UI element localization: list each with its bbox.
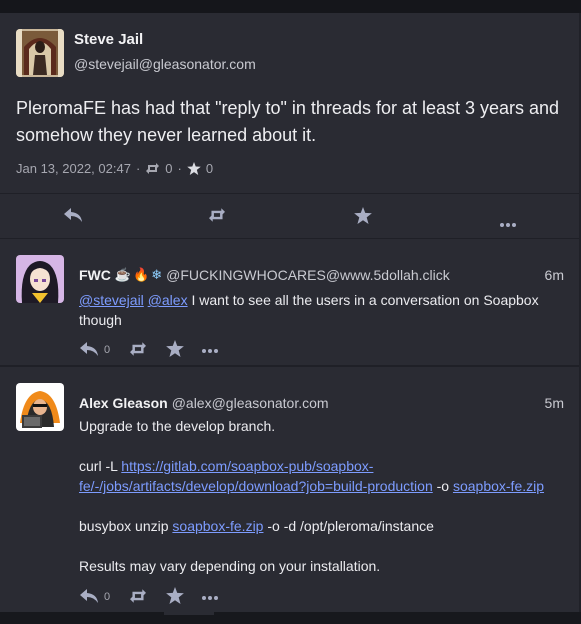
scroll-nub [164,612,214,615]
more-button[interactable] [202,591,219,603]
coffee-emoji: ☕ [114,267,132,282]
star-icon[interactable] [354,207,372,229]
reply-action-bar: 0 [79,585,236,609]
page: Steve Jail @stevejail@gleasonator.com Pl… [0,0,581,624]
reply-button[interactable]: 0 [79,341,110,360]
reply-status: Alex Gleason @alex@gleasonator.com 5m Up… [0,367,579,612]
ellipsis-icon[interactable] [500,214,516,232]
fire-emoji: 🔥 [133,267,150,282]
author-emojis: ☕ 🔥 ❄ [115,267,162,283]
reblog-button[interactable] [128,341,148,360]
reply-count: 0 [104,344,111,356]
paragraph: curl -L https://gitlab.com/soapbox-pub/s… [79,456,569,496]
status-text: PleromaFE has had that "reply to" in thr… [16,98,560,145]
reblog-button[interactable] [128,588,148,607]
reblog-icon [128,588,148,607]
reply-text: Upgrade to the develop branch. curl -L h… [79,416,569,596]
thread-card: Steve Jail @stevejail@gleasonator.com Pl… [0,13,581,612]
author-name[interactable]: FWC [79,267,111,283]
favourite-count: 0 [205,161,214,176]
file-link[interactable]: soapbox-fe.zip [172,518,263,534]
relative-time[interactable]: 5m [545,395,564,411]
more-button[interactable] [202,344,219,356]
author-handle[interactable]: @stevejail@gleasonator.com [74,56,256,72]
reply-header: Alex Gleason @alex@gleasonator.com [79,395,329,411]
reply-button[interactable]: 0 [79,588,110,607]
file-link[interactable]: soapbox-fe.zip [453,478,544,494]
favourite-button[interactable] [166,587,184,607]
ellipsis-icon [202,344,219,356]
paragraph: Results may vary depending on your insta… [79,558,381,574]
paragraph: Upgrade to the develop branch. [79,418,276,434]
relative-time[interactable]: 6m [545,267,564,283]
star-icon [166,340,184,360]
reply-icon [79,341,99,360]
status-meta: Jan 13, 2022, 02:47 · 0 · 0 [16,161,213,176]
favourite-count-icon [187,162,201,175]
mention-link[interactable]: @stevejail [79,292,144,308]
avatar[interactable] [16,383,64,431]
reply-count: 0 [104,591,111,603]
top-edge [0,0,581,13]
reply-header: FWC ☕ 🔥 ❄ @FUCKINGWHOCARES@www.5dollah.c… [79,267,450,283]
reply-icon [79,588,99,607]
author-name[interactable]: Alex Gleason [79,395,168,411]
favourite-button[interactable] [166,340,184,360]
artifact-link[interactable]: https://gitlab.com/soapbox-pub/soapbox-f… [79,458,433,494]
curl-flag: -o [432,478,453,494]
separator: · [135,161,141,176]
ellipsis-icon [202,591,219,603]
bottom-edge [0,612,581,624]
snowflake-emoji: ❄ [151,267,163,282]
timestamp[interactable]: Jan 13, 2022, 02:47 [16,161,131,176]
reblog-icon [128,341,148,360]
unzip-args: -o -d /opt/pleroma/instance [263,518,434,534]
star-icon [166,587,184,607]
unzip-command: busybox unzip [79,518,173,534]
author-handle[interactable]: @FUCKINGWHOCARES@www.5dollah.click [166,267,450,283]
author-name[interactable]: Steve Jail [74,31,143,48]
reply-status: FWC ☕ 🔥 ❄ @FUCKINGWHOCARES@www.5dollah.c… [0,239,579,367]
reblog-count-icon [145,162,160,175]
status-action-bar [0,193,579,239]
reply-icon[interactable] [63,207,83,228]
separator: · [177,161,182,176]
author-handle[interactable]: @alex@gleasonator.com [172,395,329,411]
curl-command: curl -L [79,458,122,474]
reblog-icon[interactable] [207,207,227,228]
avatar[interactable] [16,29,64,77]
reblog-count: 0 [165,161,173,176]
reply-text: @stevejail @alex I want to see all the u… [79,290,569,330]
mention-link[interactable]: @alex [148,292,188,308]
avatar[interactable] [16,255,64,303]
reply-action-bar: 0 [79,338,236,362]
paragraph: busybox unzip soapbox-fe.zip -o -d /opt/… [79,516,569,536]
